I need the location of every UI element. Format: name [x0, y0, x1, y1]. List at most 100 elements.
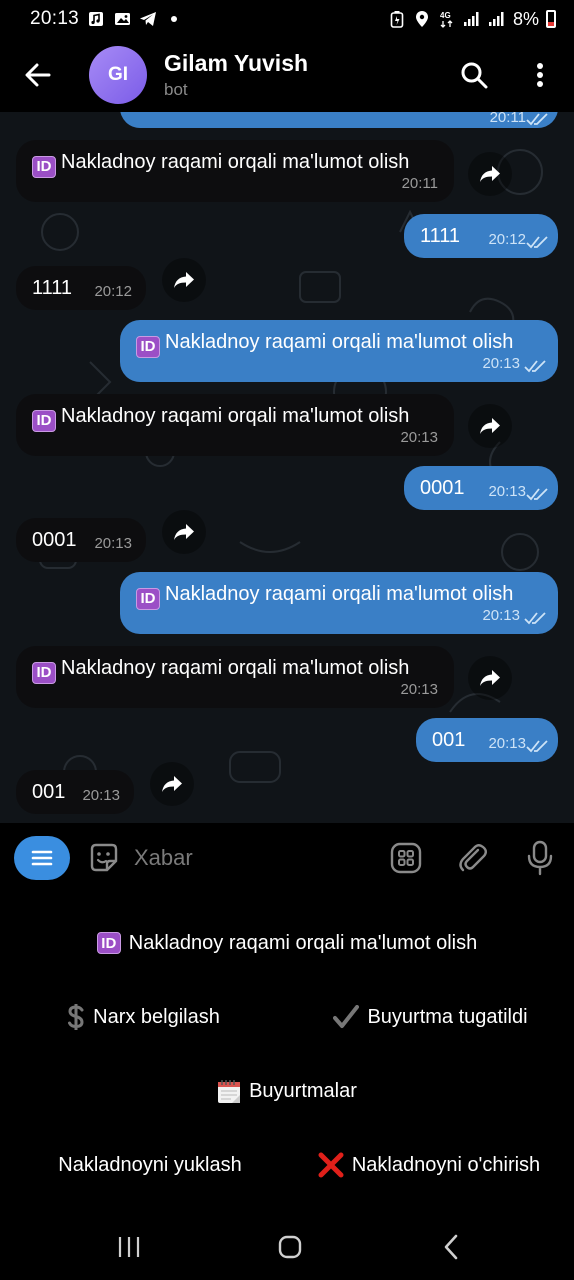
bot-reply-keyboard: ID Nakladnoy raqami orqali ma'lumot olis…	[0, 893, 574, 1213]
battery-icon	[546, 10, 556, 28]
forward-icon	[162, 776, 182, 792]
message-text: 1111	[32, 277, 73, 299]
signal-1-icon	[463, 10, 481, 28]
chat-header: GI Gilam Yuvish bot	[0, 38, 574, 112]
sticker-icon	[90, 843, 118, 872]
voice-record-button[interactable]	[522, 840, 558, 876]
kb-button-nakladnoy-info[interactable]: ID Nakladnoy raqami orqali ma'lumot olis…	[0, 913, 574, 973]
attach-button[interactable]	[455, 840, 491, 876]
message-time: 20:13	[488, 735, 526, 752]
gallery-icon	[113, 10, 131, 28]
chat-title-block[interactable]: Gilam Yuvish bot	[164, 50, 308, 100]
signal-2-icon	[488, 10, 506, 28]
message-time: 20:13	[488, 483, 526, 500]
more-vertical-icon	[537, 63, 543, 87]
id-badge-icon: ID	[32, 156, 56, 178]
message-bubble-out[interactable]: 1111 20:12	[404, 214, 558, 258]
message-text: ID Nakladnoy raqami orqali ma'lumot olish	[32, 404, 409, 432]
message-bubble-in[interactable]: 1111 20:12	[16, 266, 146, 310]
cross-mark-icon	[318, 1152, 344, 1178]
message-bubble-in[interactable]: 0001 20:13	[16, 518, 146, 562]
forward-button[interactable]	[150, 762, 194, 806]
message-bubble-out[interactable]: 001 20:13	[416, 718, 558, 762]
message-time: 20:13	[400, 429, 438, 446]
recent-apps-icon	[118, 1237, 140, 1257]
microphone-icon	[527, 840, 553, 876]
telegram-icon	[139, 10, 157, 28]
forward-icon	[174, 272, 194, 288]
message-bubble-out[interactable]: 20:11	[120, 112, 558, 128]
message-bubble-in[interactable]: ID Nakladnoy raqami orqali ma'lumot olish…	[16, 646, 454, 708]
back-button[interactable]	[0, 38, 76, 112]
status-bar: 20:13 4G 8%	[0, 0, 574, 38]
chat-area[interactable]: 20:11 ID Nakladnoy raqami orqali ma'lumot…	[0, 112, 574, 823]
sticker-button[interactable]	[86, 840, 122, 876]
message-bubble-out[interactable]: ID Nakladnoy raqami orqali ma'lumot olish…	[120, 572, 558, 634]
message-text: 0001	[32, 529, 77, 551]
status-time: 20:13	[30, 8, 80, 29]
message-time: 20:12	[488, 231, 526, 248]
forward-button[interactable]	[162, 510, 206, 554]
message-bubble-out[interactable]: 0001 20:13	[404, 466, 558, 510]
music-icon	[87, 10, 105, 28]
avatar[interactable]: GI	[89, 46, 147, 104]
home-button[interactable]	[270, 1227, 310, 1267]
location-icon	[413, 10, 431, 28]
forward-button[interactable]	[468, 152, 512, 196]
chat-subtitle: bot	[164, 80, 188, 99]
kb-button-label: Nakladnoy raqami orqali ma'lumot olish	[128, 931, 478, 954]
menu-icon	[31, 850, 53, 866]
back-nav-button[interactable]	[431, 1227, 471, 1267]
dollar-sign-icon	[67, 1004, 85, 1030]
message-text: 1111	[420, 225, 461, 247]
message-bubble-out[interactable]: ID Nakladnoy raqami orqali ma'lumot olish…	[120, 320, 558, 382]
id-badge-icon: ID	[32, 662, 56, 684]
battery-saver-icon	[388, 10, 406, 28]
bot-menu-button[interactable]	[14, 836, 70, 880]
message-bubble-in[interactable]: 001 20:13	[16, 770, 134, 814]
chat-title: Gilam Yuvish	[164, 50, 309, 76]
id-badge-icon: ID	[96, 932, 121, 954]
kb-button-buyurtma-tugatildi[interactable]: Buyurtma tugatildi	[287, 987, 574, 1047]
forward-icon	[480, 166, 500, 182]
message-text: ID Nakladnoy raqami orqali ma'lumot olish	[136, 582, 513, 610]
id-badge-icon: ID	[32, 410, 56, 432]
message-time: 20:13	[400, 681, 438, 698]
message-time: 20:11	[489, 112, 526, 126]
double-check-icon	[526, 236, 548, 249]
kb-button-label: Nakladnoyni o'chirish	[351, 1153, 541, 1176]
home-icon	[278, 1235, 302, 1259]
svg-text:4G: 4G	[440, 11, 451, 20]
kb-button-label: Narx belgilash	[93, 1005, 220, 1028]
check-mark-icon	[333, 1005, 360, 1029]
message-time: 20:13	[94, 535, 132, 552]
message-text: 0001	[420, 477, 465, 499]
keyboard-toggle-button[interactable]	[388, 840, 424, 876]
forward-icon	[174, 524, 194, 540]
forward-button[interactable]	[162, 258, 206, 302]
message-bubble-in[interactable]: ID Nakladnoy raqami orqali ma'lumot olish…	[16, 140, 454, 202]
message-input[interactable]	[134, 841, 364, 875]
kb-button-narx-belgilash[interactable]: Narx belgilash	[0, 987, 287, 1047]
forward-button[interactable]	[468, 404, 512, 448]
kb-button-buyurtmalar[interactable]: Buyurtmalar	[0, 1061, 574, 1121]
kb-button-label: Nakladnoyni yuklash	[58, 1153, 242, 1176]
double-check-icon	[526, 488, 548, 501]
forward-icon	[480, 670, 500, 686]
recent-apps-button[interactable]	[109, 1227, 149, 1267]
message-bubble-in[interactable]: ID Nakladnoy raqami orqali ma'lumot olish…	[16, 394, 454, 456]
more-menu-button[interactable]	[512, 38, 568, 112]
arrow-left-icon	[25, 63, 51, 87]
kb-button-nakladnoyni-yuklash[interactable]: Nakladnoyni yuklash	[0, 1135, 300, 1195]
kb-button-label: Buyurtma tugatildi	[367, 1005, 528, 1028]
bot-keyboard-icon	[390, 842, 422, 874]
paperclip-icon	[459, 844, 487, 872]
forward-icon	[480, 418, 500, 434]
kb-button-nakladnoyni-ochirish[interactable]: Nakladnoyni o'chirish	[284, 1135, 574, 1195]
forward-button[interactable]	[468, 656, 512, 700]
search-button[interactable]	[446, 38, 502, 112]
id-badge-icon: ID	[136, 336, 160, 358]
system-nav-bar	[0, 1213, 574, 1280]
search-icon	[461, 62, 488, 89]
message-text: 001	[32, 781, 66, 803]
